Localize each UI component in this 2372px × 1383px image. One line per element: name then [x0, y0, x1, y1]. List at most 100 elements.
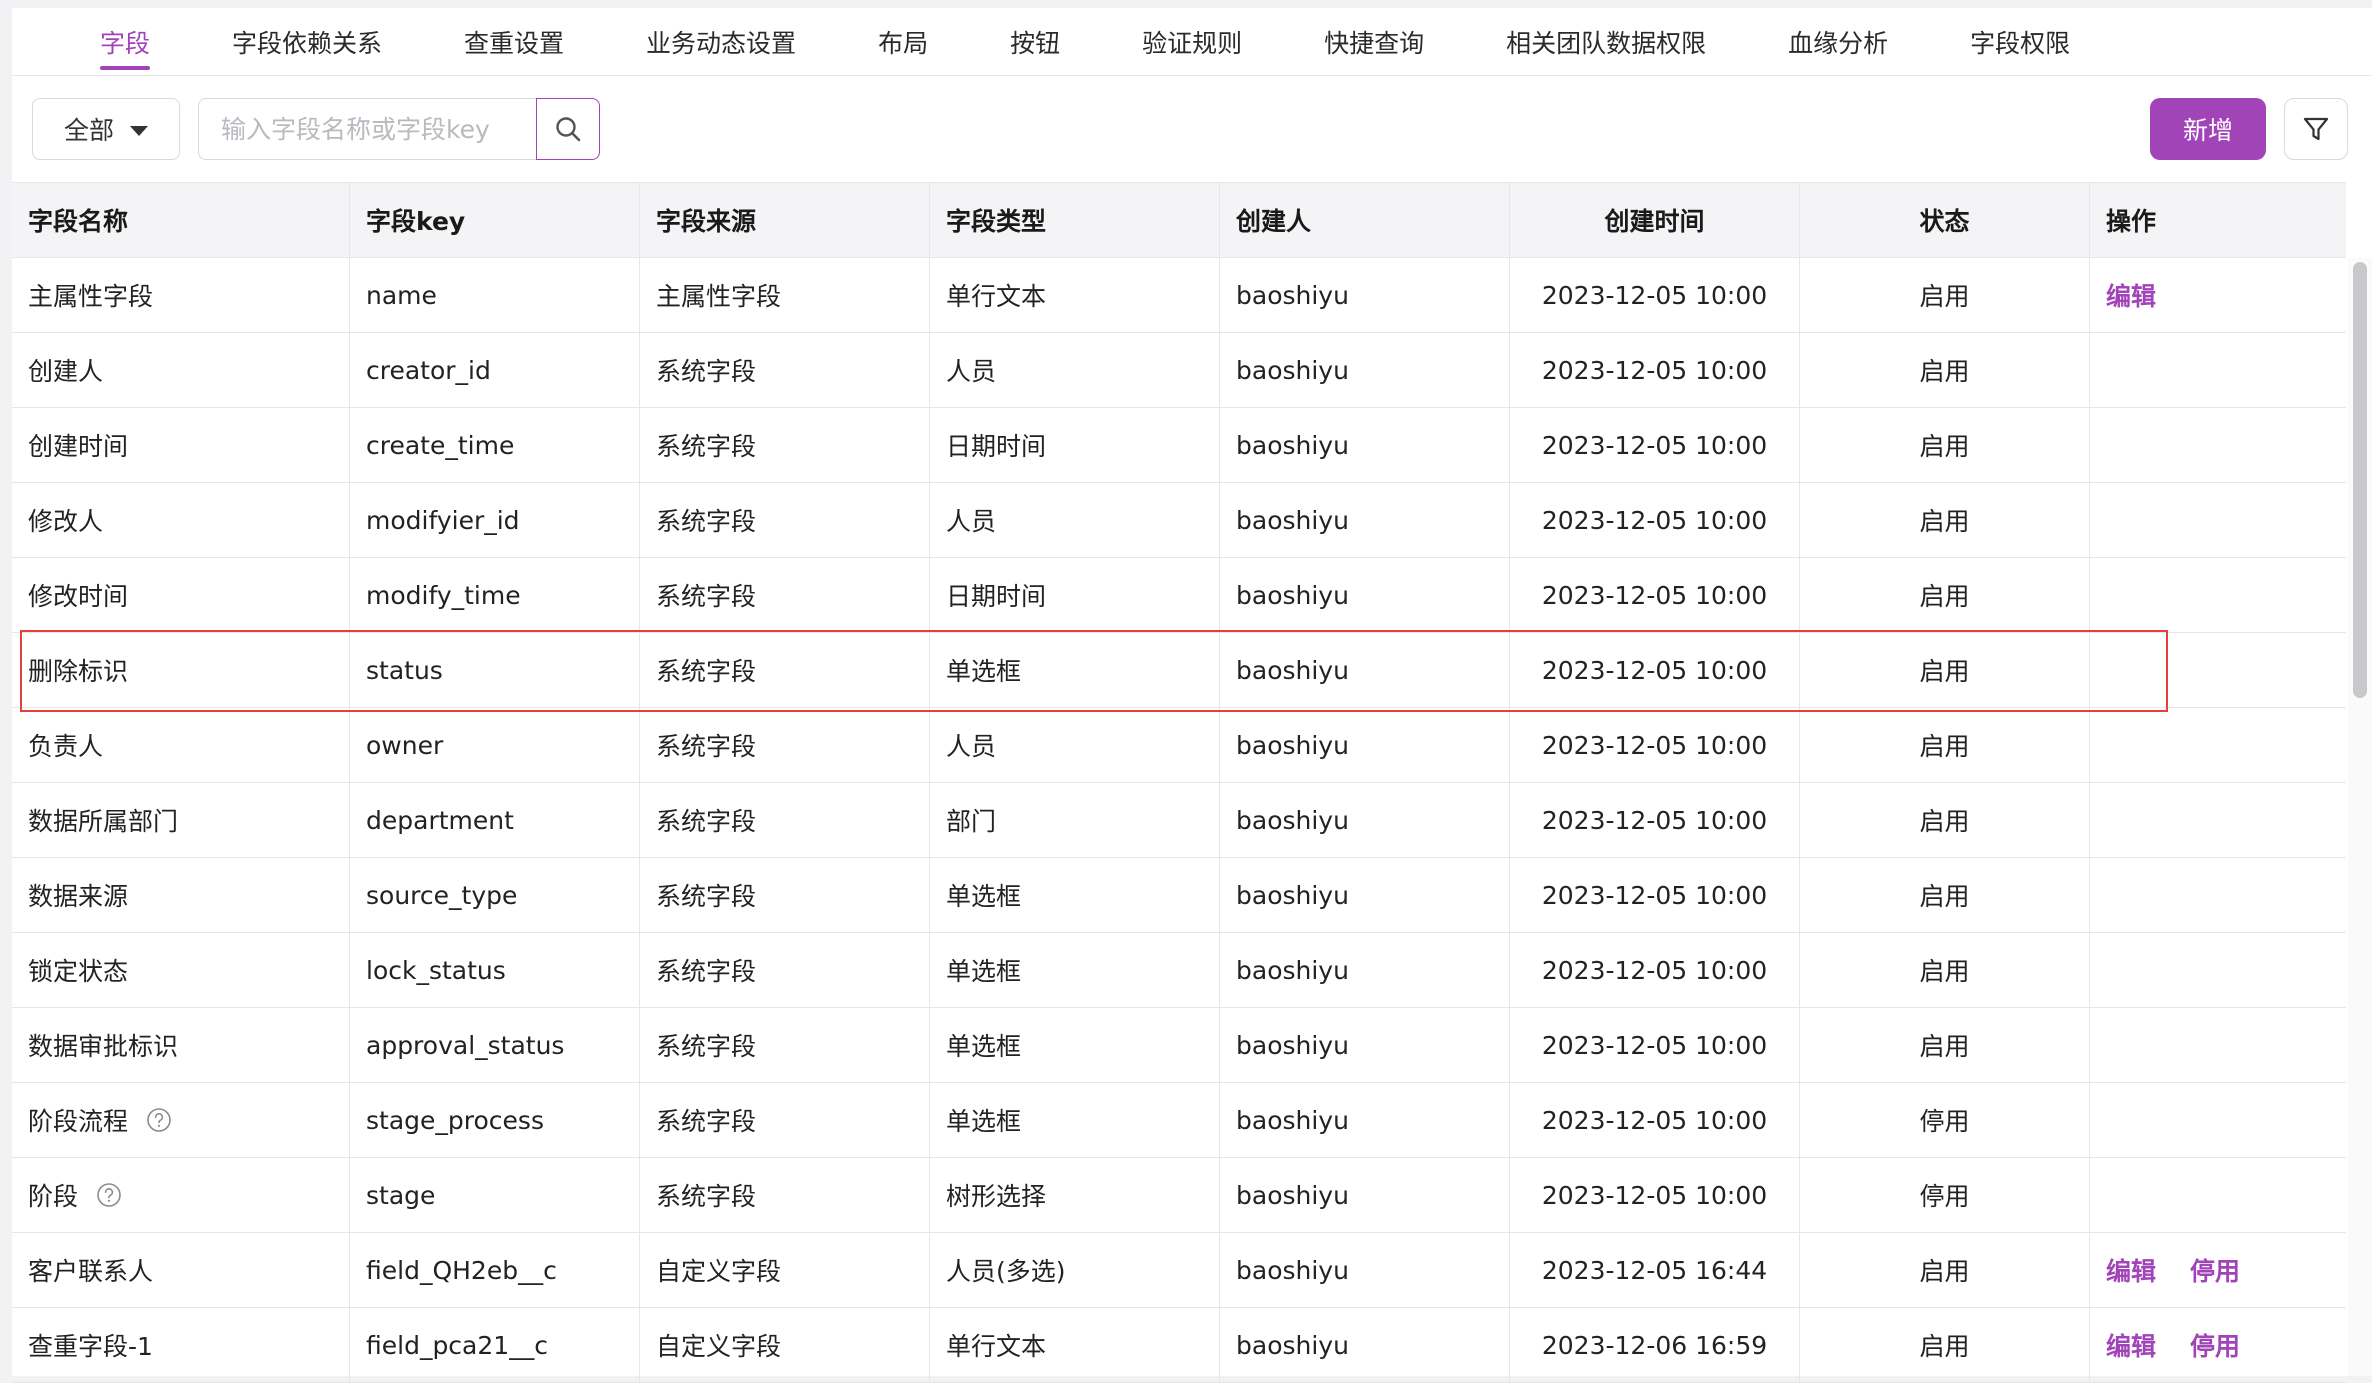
- table-row: 锁定状态 lock_status 系统字段 单选框 baoshiyu 2023-12-05…: [12, 933, 2346, 1008]
- status-cell: 启用: [1800, 783, 2090, 857]
- field-name-text: 客户联系人: [28, 1257, 154, 1286]
- field-type-text: 单选框: [946, 957, 1022, 986]
- tab-6[interactable]: 验证规则: [1142, 8, 1242, 76]
- field-source-text: 自定义字段: [656, 1257, 782, 1286]
- status-cell: 启用: [1800, 1008, 2090, 1082]
- creator-cell: baoshiyu: [1220, 1083, 1510, 1157]
- field-type-text: 单选框: [946, 882, 1022, 911]
- status-cell: 启用: [1800, 933, 2090, 1007]
- created-time-cell: 2023-12-06 16:59: [1510, 1308, 1800, 1382]
- tab-1[interactable]: 字段依赖关系: [232, 8, 382, 76]
- tab-3[interactable]: 业务动态设置: [646, 8, 796, 76]
- field-source-text: 系统字段: [656, 507, 757, 536]
- actions-cell: [2090, 408, 2346, 482]
- field-source-cell: 自定义字段: [640, 1308, 930, 1382]
- created-time-cell: 2023-12-05 10:00: [1510, 1158, 1800, 1232]
- field-key-text: modify_time: [366, 580, 521, 610]
- status-cell: 停用: [1800, 1158, 2090, 1232]
- created-time-text: 2023-12-05 10:00: [1541, 880, 1768, 910]
- field-source-text: 系统字段: [656, 657, 757, 686]
- field-key-text: approval_status: [366, 1030, 565, 1060]
- disable-action-link[interactable]: 停用: [2190, 1327, 2240, 1363]
- tab-0[interactable]: 字段: [100, 8, 151, 76]
- created-time-cell: 2023-12-05 10:00: [1510, 933, 1800, 1007]
- search-button[interactable]: [536, 98, 600, 160]
- tab-7[interactable]: 快捷查询: [1324, 8, 1424, 76]
- add-field-button[interactable]: 新增: [2150, 98, 2266, 160]
- field-source-cell: 系统字段: [640, 1158, 930, 1232]
- tab-9[interactable]: 血缘分析: [1788, 8, 1888, 76]
- field-name-text: 创建人: [28, 357, 104, 386]
- creator-cell: baoshiyu: [1220, 933, 1510, 1007]
- field-source-cell: 系统字段: [640, 933, 930, 1007]
- field-name-text: 锁定状态: [28, 957, 129, 986]
- question-circle-icon[interactable]: [146, 1107, 172, 1133]
- field-key-cell: stage: [350, 1158, 640, 1232]
- created-time-text: 2023-12-05 10:00: [1541, 955, 1768, 985]
- field-key-text: lock_status: [366, 955, 506, 985]
- scope-select[interactable]: 全部: [32, 98, 180, 160]
- field-type-cell: 人员(多选): [930, 1233, 1220, 1307]
- field-type-cell: 人员: [930, 708, 1220, 782]
- status-text: 启用: [1919, 1257, 1970, 1286]
- field-key-text: name: [366, 280, 437, 310]
- search-input[interactable]: [198, 98, 538, 160]
- tab-5[interactable]: 按钮: [1010, 8, 1060, 76]
- status-cell: 启用: [1800, 558, 2090, 632]
- field-name-cell: 删除标识: [12, 633, 350, 707]
- field-type-cell: 单选框: [930, 858, 1220, 932]
- scrollbar-thumb[interactable]: [2353, 262, 2367, 698]
- column-header: 字段key: [350, 183, 640, 257]
- created-time-cell: 2023-12-05 10:00: [1510, 258, 1800, 332]
- status-text: 停用: [1919, 1107, 1970, 1136]
- created-time-text: 2023-12-05 10:00: [1541, 280, 1768, 310]
- field-name-cell: 客户联系人: [12, 1233, 350, 1307]
- field-key-cell: create_time: [350, 408, 640, 482]
- status-text: 启用: [1919, 282, 1970, 311]
- field-type-cell: 单选框: [930, 933, 1220, 1007]
- field-key-cell: department: [350, 783, 640, 857]
- field-management-page: 字段 字段依赖关系 查重设置 业务动态设置 布局 按钮 验证规则 快捷查询 相关团队数据权限 血缘…: [12, 8, 2372, 1383]
- tab-2[interactable]: 查重设置: [464, 8, 564, 76]
- field-type-text: 人员: [946, 732, 997, 761]
- field-source-cell: 自定义字段: [640, 1233, 930, 1307]
- status-text: 启用: [1919, 882, 1970, 911]
- search-icon: [556, 117, 581, 142]
- created-time-text: 2023-12-05 10:00: [1541, 1180, 1768, 1210]
- field-key-text: status: [366, 655, 443, 685]
- edit-action-link[interactable]: 编辑: [2106, 277, 2156, 313]
- tab-4[interactable]: 布局: [878, 8, 928, 76]
- field-type-cell: 单选框: [930, 1008, 1220, 1082]
- creator-text: baoshiyu: [1236, 280, 1349, 310]
- tab-10[interactable]: 字段权限: [1970, 8, 2070, 76]
- creator-cell: baoshiyu: [1220, 408, 1510, 482]
- field-type-cell: 单行文本: [930, 258, 1220, 332]
- created-time-text: 2023-12-05 10:00: [1541, 805, 1768, 835]
- created-time-cell: 2023-12-05 10:00: [1510, 708, 1800, 782]
- creator-cell: baoshiyu: [1220, 333, 1510, 407]
- created-time-cell: 2023-12-05 10:00: [1510, 783, 1800, 857]
- field-key-cell: creator_id: [350, 333, 640, 407]
- edit-action-link[interactable]: 编辑: [2106, 1327, 2156, 1363]
- status-cell: 启用: [1800, 708, 2090, 782]
- field-type-cell: 单选框: [930, 1083, 1220, 1157]
- created-time-cell: 2023-12-05 10:00: [1510, 558, 1800, 632]
- column-header: 字段类型: [930, 183, 1220, 257]
- created-time-cell: 2023-12-05 16:44: [1510, 1233, 1800, 1307]
- edit-action-link[interactable]: 编辑: [2106, 1252, 2156, 1288]
- tab-8[interactable]: 相关团队数据权限: [1506, 8, 1706, 76]
- created-time-text: 2023-12-05 10:00: [1541, 730, 1768, 760]
- table-row: 客户联系人 field_QH2eb__c 自定义字段 人员(多选) baoshiyu 20…: [12, 1233, 2346, 1308]
- field-source-cell: 系统字段: [640, 708, 930, 782]
- field-key-text: create_time: [366, 430, 515, 460]
- question-circle-icon[interactable]: [96, 1182, 122, 1208]
- field-key-text: department: [366, 805, 514, 835]
- disable-action-link[interactable]: 停用: [2190, 1252, 2240, 1288]
- creator-text: baoshiyu: [1236, 505, 1349, 535]
- filter-button[interactable]: [2284, 98, 2348, 160]
- field-name-text: 负责人: [28, 732, 104, 761]
- table-row: 数据来源 source_type 系统字段 单选框 baoshiyu 2023-12-05…: [12, 858, 2346, 933]
- field-source-cell: 系统字段: [640, 633, 930, 707]
- creator-text: baoshiyu: [1236, 730, 1349, 760]
- created-time-cell: 2023-12-05 10:00: [1510, 333, 1800, 407]
